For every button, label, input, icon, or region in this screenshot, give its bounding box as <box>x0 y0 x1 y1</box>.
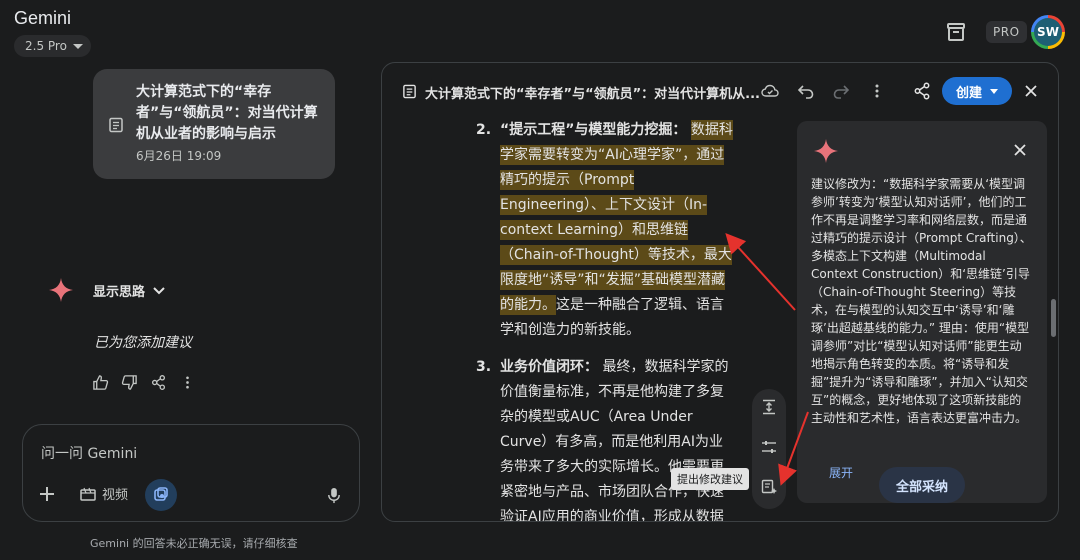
expand-button[interactable]: 展开 <box>829 464 853 481</box>
tune-icon[interactable] <box>761 439 777 455</box>
create-button[interactable]: 创建 <box>942 77 1012 105</box>
archive-icon[interactable] <box>944 20 968 44</box>
list-item-text: 最终，数据科学家的价值衡量标准，不再是他构建了多复杂的模型或AUC（Area U… <box>500 359 729 522</box>
list-item-number: 3. <box>476 359 492 375</box>
video-icon <box>80 487 96 501</box>
chevron-down-icon <box>153 286 165 294</box>
list-item-heading: “提示工程”与模型能力挖掘： <box>500 122 687 138</box>
gemini-spark-icon <box>49 278 73 302</box>
list-item: 3. 业务价值闭环： 最终，数据科学家的价值衡量标准，不再是他构建了多复杂的模型… <box>476 355 736 522</box>
document-panel: 大计算范式下的“幸存者”与“领航员”：对当代计算机从... 创建 2. “提示工… <box>381 62 1059 522</box>
add-icon[interactable] <box>39 486 55 502</box>
prompt-input-box[interactable]: 问一问 Gemini 视频 <box>22 424 360 522</box>
cloud-sync-icon[interactable] <box>761 82 779 100</box>
reply-actions <box>92 374 196 391</box>
create-label: 创建 <box>955 85 982 101</box>
list-item-number: 2. <box>476 122 492 138</box>
suggest-edits-icon[interactable] <box>761 479 777 495</box>
document-title: 大计算范式下的“幸存者”与“领航员”：对当代计算机从... <box>425 87 760 102</box>
canvas-icon <box>154 487 168 501</box>
scrollbar[interactable] <box>1051 299 1056 337</box>
document-icon <box>403 84 416 99</box>
prompt-input[interactable]: 问一问 Gemini <box>41 443 137 463</box>
show-thoughts-label: 显示思路 <box>93 285 146 300</box>
gemini-spark-icon <box>814 139 838 163</box>
suggestion-text: 建议修改为：“数据科学家需要从‘模型调参师’转变为‘模型认知对话师’，他们的工作… <box>811 177 1032 425</box>
thumbs-down-icon[interactable] <box>121 374 138 391</box>
microphone-icon[interactable] <box>327 487 341 504</box>
adjust-length-icon[interactable] <box>761 399 777 415</box>
more-vertical-icon[interactable] <box>868 82 886 100</box>
avatar[interactable]: SW <box>1031 15 1065 49</box>
model-label: 2.5 Pro <box>25 39 67 53</box>
accept-all-button[interactable]: 全部采纳 <box>879 467 965 503</box>
chevron-down-icon <box>72 43 83 49</box>
close-icon[interactable] <box>1022 82 1040 100</box>
model-selector[interactable]: 2.5 Pro <box>14 35 91 57</box>
chevron-down-icon <box>990 88 998 94</box>
document-card-title: 大计算范式下的“幸存者”与“领航员”：对当代计算机从业者的影响与启示 <box>136 84 318 142</box>
canvas-toggle-button[interactable] <box>145 479 177 511</box>
redo-icon[interactable] <box>832 82 850 100</box>
share-icon[interactable] <box>150 374 167 391</box>
list-item: 2. “提示工程”与模型能力挖掘： 数据科学家需要转变为“AI心理学家”，通过精… <box>476 118 736 343</box>
suggestion-card: 建议修改为：“数据科学家需要从‘模型调参师’转变为‘模型认知对话师’，他们的工作… <box>797 121 1047 503</box>
show-thoughts-toggle[interactable]: 显示思路 <box>93 281 165 300</box>
video-label: 视频 <box>102 488 129 503</box>
avatar-initials: SW <box>1034 18 1062 46</box>
app-title: Gemini <box>14 8 72 28</box>
document-card[interactable]: 大计算范式下的“幸存者”与“领航员”：对当代计算机从业者的影响与启示 6月26日… <box>93 69 335 179</box>
suggest-edits-tooltip: 提出修改建议 <box>671 468 749 490</box>
close-icon[interactable] <box>1013 143 1027 157</box>
reply-text: 已为您添加建议 <box>94 335 192 351</box>
document-icon <box>109 117 123 133</box>
document-body[interactable]: 2. “提示工程”与模型能力挖掘： 数据科学家需要转变为“AI心理学家”，通过精… <box>476 118 736 522</box>
edit-tools-rail <box>752 389 786 509</box>
highlighted-text[interactable]: 数据科学家需要转变为“AI心理学家”，通过精巧的提示（Prompt Engine… <box>500 120 733 315</box>
video-button[interactable]: 视频 <box>80 484 128 503</box>
more-options-icon[interactable] <box>179 374 196 391</box>
thumbs-up-icon[interactable] <box>92 374 109 391</box>
share-icon[interactable] <box>913 82 931 100</box>
pro-badge[interactable]: PRO <box>986 21 1027 43</box>
undo-icon[interactable] <box>797 82 815 100</box>
disclaimer-text: Gemini 的回答未必正确无误，请仔细核查 <box>90 537 298 550</box>
list-item-heading: 业务价值闭环： <box>500 359 598 375</box>
document-card-date: 6月26日 19:09 <box>136 149 222 163</box>
